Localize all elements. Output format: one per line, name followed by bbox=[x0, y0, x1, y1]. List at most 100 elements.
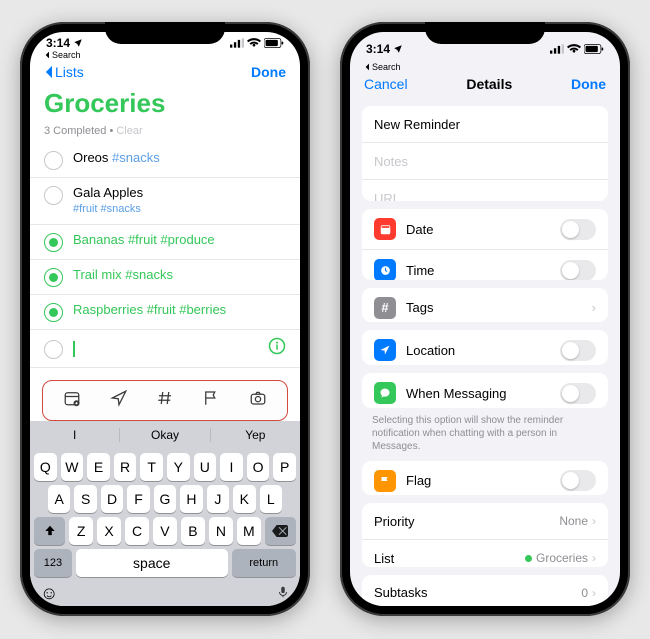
list-color-dot bbox=[525, 555, 532, 562]
prediction[interactable]: Okay bbox=[119, 428, 209, 442]
chevron-right-icon: › bbox=[592, 551, 596, 565]
flag-toggle[interactable] bbox=[560, 470, 596, 491]
clock-icon bbox=[374, 259, 396, 279]
mic-key[interactable] bbox=[276, 583, 290, 604]
done-button[interactable]: Done bbox=[571, 76, 606, 92]
key-o[interactable]: O bbox=[247, 453, 270, 481]
key-j[interactable]: J bbox=[207, 485, 229, 513]
key-n[interactable]: N bbox=[209, 517, 233, 545]
key-x[interactable]: X bbox=[97, 517, 121, 545]
url-field[interactable]: URL bbox=[362, 179, 608, 201]
predictive-bar: I Okay Yep bbox=[30, 421, 300, 449]
key-k[interactable]: K bbox=[233, 485, 255, 513]
calendar-icon bbox=[374, 218, 396, 240]
chevron-right-icon: › bbox=[592, 514, 596, 528]
prediction[interactable]: Yep bbox=[210, 428, 300, 442]
chevron-left-icon bbox=[44, 65, 53, 79]
cancel-button[interactable]: Cancel bbox=[364, 76, 408, 92]
flag-icon[interactable] bbox=[201, 389, 221, 412]
time-toggle[interactable] bbox=[560, 260, 596, 280]
notes-field[interactable]: Notes bbox=[362, 142, 608, 179]
reminder-checkbox[interactable] bbox=[44, 340, 63, 359]
reminder-item[interactable]: Gala Apples#fruit #snacks bbox=[30, 178, 300, 225]
key-h[interactable]: H bbox=[180, 485, 202, 513]
messaging-row[interactable]: When Messaging bbox=[362, 373, 608, 408]
key-c[interactable]: C bbox=[125, 517, 149, 545]
phone-right: 3:14 Search Cancel Details Done New Remi… bbox=[340, 22, 630, 616]
key-d[interactable]: D bbox=[101, 485, 123, 513]
key-m[interactable]: M bbox=[237, 517, 261, 545]
location-arrow-icon bbox=[393, 44, 403, 54]
reminder-text: Trail mix #snacks bbox=[73, 267, 173, 283]
location-row[interactable]: Location bbox=[362, 330, 608, 365]
list-title: Groceries bbox=[30, 86, 300, 125]
back-to-search[interactable]: Search bbox=[30, 50, 300, 62]
reminder-list: Oreos #snacks Gala Apples#fruit #snacks Ba… bbox=[30, 143, 300, 330]
reminder-checkbox[interactable] bbox=[44, 268, 63, 287]
battery-icon bbox=[584, 44, 604, 54]
subtasks-row[interactable]: Subtasks 0› bbox=[362, 575, 608, 606]
tags-row[interactable]: # Tags › bbox=[362, 288, 608, 323]
messaging-toggle[interactable] bbox=[560, 383, 596, 404]
key-a[interactable]: A bbox=[48, 485, 70, 513]
reminder-item[interactable]: Oreos #snacks bbox=[30, 143, 300, 178]
title-field[interactable]: New Reminder bbox=[362, 106, 608, 142]
flag-row[interactable]: Flag bbox=[362, 461, 608, 496]
keyboard: I Okay Yep QWERTYUIOP ASDFGHJKL ZXCVBNM … bbox=[30, 421, 300, 606]
reminder-checkbox[interactable] bbox=[44, 303, 63, 322]
key-g[interactable]: G bbox=[154, 485, 176, 513]
notch bbox=[425, 22, 545, 44]
numbers-key[interactable]: 123 bbox=[34, 549, 72, 577]
reminder-text: Gala Apples#fruit #snacks bbox=[73, 185, 143, 217]
key-v[interactable]: V bbox=[153, 517, 177, 545]
key-b[interactable]: B bbox=[181, 517, 205, 545]
key-l[interactable]: L bbox=[260, 485, 282, 513]
location-icon[interactable] bbox=[109, 389, 129, 412]
chevron-right-icon: › bbox=[592, 586, 596, 600]
nav-done-button[interactable]: Done bbox=[251, 64, 286, 80]
back-to-search[interactable]: Search bbox=[350, 62, 620, 74]
key-e[interactable]: E bbox=[87, 453, 110, 481]
prediction[interactable]: I bbox=[30, 428, 119, 442]
chevron-right-icon: › bbox=[592, 300, 596, 315]
key-t[interactable]: T bbox=[140, 453, 163, 481]
camera-icon[interactable] bbox=[248, 389, 268, 412]
completed-summary[interactable]: 3 Completed • Clear bbox=[30, 125, 300, 143]
shift-key[interactable] bbox=[34, 517, 65, 545]
screen-left: 3:14 Search Lists Done Groceries 3 Compl… bbox=[30, 32, 300, 606]
text-cursor bbox=[73, 341, 75, 357]
key-y[interactable]: Y bbox=[167, 453, 190, 481]
list-row[interactable]: List Groceries› bbox=[362, 539, 608, 566]
info-icon[interactable] bbox=[268, 337, 286, 360]
reminder-item[interactable]: Trail mix #snacks bbox=[30, 260, 300, 295]
reminder-checkbox[interactable] bbox=[44, 186, 63, 205]
location-toggle[interactable] bbox=[560, 340, 596, 361]
space-key[interactable]: space bbox=[76, 549, 228, 577]
key-p[interactable]: P bbox=[273, 453, 296, 481]
key-r[interactable]: R bbox=[114, 453, 137, 481]
priority-row[interactable]: Priority None› bbox=[362, 503, 608, 539]
hashtag-icon[interactable] bbox=[155, 389, 175, 412]
delete-key[interactable] bbox=[265, 517, 296, 545]
emoji-key[interactable]: ☺ bbox=[40, 583, 58, 604]
reminder-item[interactable]: Bananas #fruit #produce bbox=[30, 225, 300, 260]
reminder-text: Raspberries #fruit #berries bbox=[73, 302, 226, 318]
reminder-checkbox[interactable] bbox=[44, 151, 63, 170]
key-z[interactable]: Z bbox=[69, 517, 93, 545]
time-row[interactable]: Time bbox=[362, 249, 608, 279]
reminder-checkbox[interactable] bbox=[44, 233, 63, 252]
key-w[interactable]: W bbox=[61, 453, 84, 481]
return-key[interactable]: return bbox=[232, 549, 296, 577]
reminder-item[interactable]: Raspberries #fruit #berries bbox=[30, 295, 300, 330]
nav-back-lists[interactable]: Lists bbox=[44, 64, 84, 80]
key-i[interactable]: I bbox=[220, 453, 243, 481]
key-q[interactable]: Q bbox=[34, 453, 57, 481]
date-row[interactable]: Date bbox=[362, 209, 608, 249]
key-s[interactable]: S bbox=[74, 485, 96, 513]
key-f[interactable]: F bbox=[127, 485, 149, 513]
key-u[interactable]: U bbox=[194, 453, 217, 481]
new-reminder-input-row[interactable] bbox=[30, 330, 300, 368]
date-toggle[interactable] bbox=[560, 219, 596, 240]
calendar-icon[interactable] bbox=[62, 389, 82, 412]
chevron-left-icon bbox=[44, 51, 50, 59]
